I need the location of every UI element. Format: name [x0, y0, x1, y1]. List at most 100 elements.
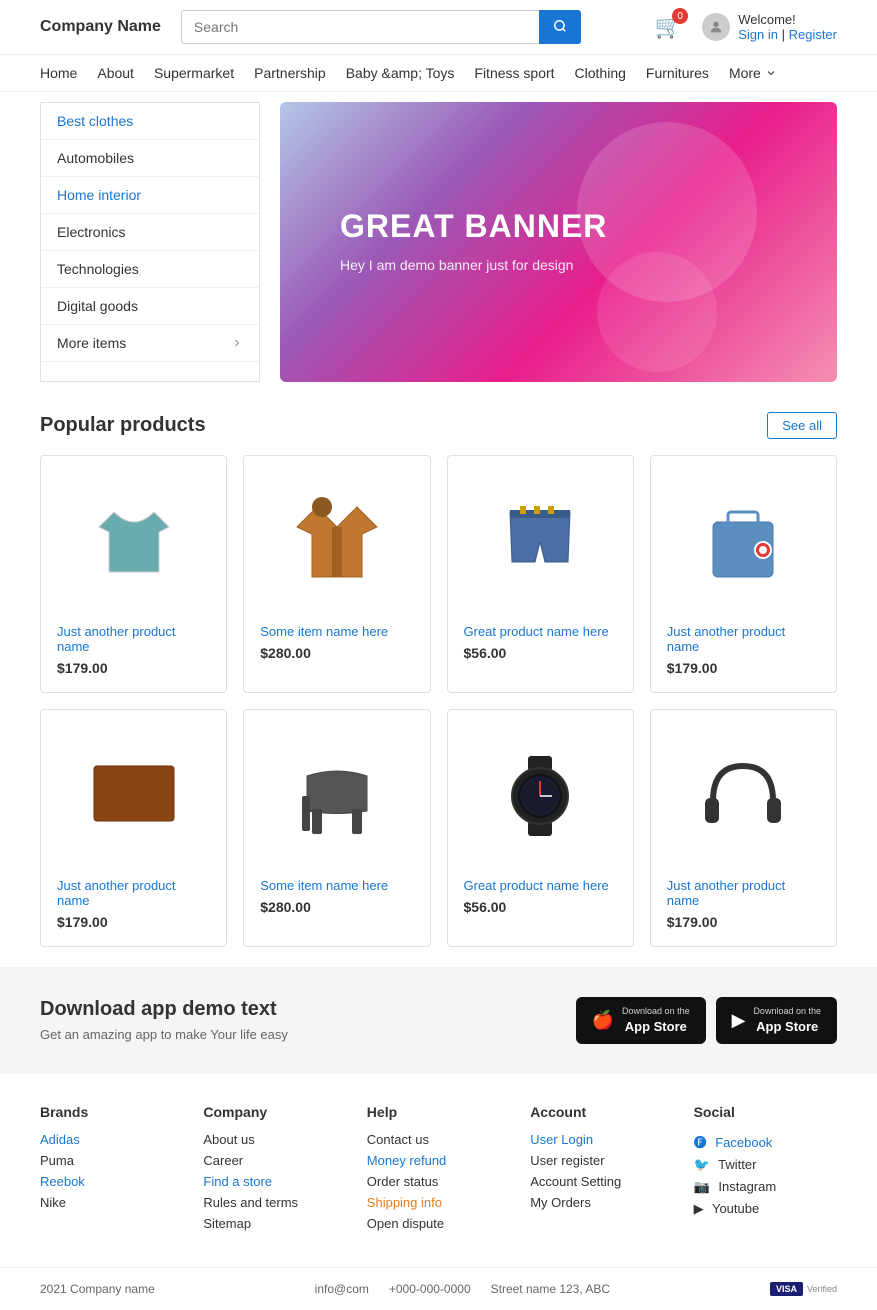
nav-supermarket[interactable]: Supermarket	[154, 65, 234, 81]
sidebar-item-home-interior[interactable]: Home interior	[41, 177, 259, 214]
appstore-button[interactable]: 🍎 Download on the App Store	[576, 997, 706, 1044]
products-header: Popular products See all	[40, 412, 837, 439]
product-card[interactable]: Some item name here $280.00	[243, 709, 430, 947]
company-career[interactable]: Career	[203, 1153, 346, 1168]
product-price: $280.00	[260, 645, 413, 661]
visa-icon: VISA	[770, 1282, 803, 1296]
nav-more[interactable]: More	[729, 65, 777, 81]
product-card[interactable]: Just another product name $179.00	[40, 709, 227, 947]
search-button[interactable]	[539, 10, 581, 44]
account-setting[interactable]: Account Setting	[530, 1174, 673, 1189]
brand-puma[interactable]: Puma	[40, 1153, 183, 1168]
social-title: Social	[694, 1104, 837, 1120]
payment-icons: VISA Verified	[770, 1282, 837, 1296]
download-section: Download app demo text Get an amazing ap…	[0, 967, 877, 1074]
footer-bottom: 2021 Company name info@com +000-000-0000…	[0, 1267, 877, 1310]
product-image	[464, 472, 617, 612]
see-all-button[interactable]: See all	[767, 412, 837, 439]
sidebar-item-electronics[interactable]: Electronics	[41, 214, 259, 251]
search-input[interactable]	[181, 10, 539, 44]
register-link[interactable]: Register	[789, 27, 837, 42]
user-section[interactable]: Welcome! Sign in | Register	[702, 12, 837, 42]
product-name: Just another product name	[57, 624, 210, 654]
googleplay-sub: Download on the	[753, 1005, 821, 1018]
footer-account: Account User Login User register Account…	[530, 1104, 673, 1237]
logo: Company Name	[40, 18, 161, 36]
googleplay-button[interactable]: ▶ Download on the App Store	[716, 997, 837, 1044]
banner-title: GREAT BANNER	[340, 208, 607, 245]
footer-address: Street name 123, ABC	[491, 1282, 610, 1296]
nav-home[interactable]: Home	[40, 65, 77, 81]
product-image	[57, 726, 210, 866]
product-name: Some item name here	[260, 878, 413, 893]
product-card[interactable]: Just another product name $179.00	[650, 455, 837, 693]
googleplay-main: App Store	[753, 1018, 821, 1036]
twitter-icon: 🐦	[694, 1157, 710, 1172]
cart-button[interactable]: 🛒 0	[655, 14, 682, 40]
footer-brands: Brands Adidas Puma Reebok Nike	[40, 1104, 183, 1237]
social-youtube[interactable]: ▶ Youtube	[694, 1201, 837, 1217]
nav-partnership[interactable]: Partnership	[254, 65, 326, 81]
youtube-icon: ▶	[694, 1201, 704, 1216]
help-order-status[interactable]: Order status	[367, 1174, 510, 1189]
social-instagram[interactable]: 📷 Instagram	[694, 1179, 837, 1195]
product-price: $179.00	[57, 914, 210, 930]
sidebar-item-more-items[interactable]: More items	[41, 325, 259, 362]
banner: GREAT BANNER Hey I am demo banner just f…	[280, 102, 837, 382]
company-rules[interactable]: Rules and terms	[203, 1195, 346, 1210]
product-price: $179.00	[667, 660, 820, 676]
company-about[interactable]: About us	[203, 1132, 346, 1147]
product-price: $280.00	[260, 899, 413, 915]
product-name: Great product name here	[464, 878, 617, 893]
product-card[interactable]: Some item name here $280.00	[243, 455, 430, 693]
social-facebook[interactable]: 🅕 Facebook	[694, 1132, 837, 1151]
sidebar-item-digital-goods[interactable]: Digital goods	[41, 288, 259, 325]
product-card[interactable]: Great product name here $56.00	[447, 455, 634, 693]
nav-about[interactable]: About	[97, 65, 134, 81]
help-shipping[interactable]: Shipping info	[367, 1195, 510, 1210]
help-refund[interactable]: Money refund	[367, 1153, 510, 1168]
product-card[interactable]: Great product name here $56.00	[447, 709, 634, 947]
cart-badge: 0	[672, 8, 688, 24]
help-dispute[interactable]: Open dispute	[367, 1216, 510, 1231]
social-twitter[interactable]: 🐦 Twitter	[694, 1157, 837, 1173]
help-title: Help	[367, 1104, 510, 1120]
footer-company: Company About us Career Find a store Rul…	[203, 1104, 346, 1237]
nav-fitness[interactable]: Fitness sport	[474, 65, 554, 81]
product-image	[667, 726, 820, 866]
nav-baby-toys[interactable]: Baby &amp; Toys	[346, 65, 455, 81]
account-orders[interactable]: My Orders	[530, 1195, 673, 1210]
app-buttons: 🍎 Download on the App Store ▶ Download o…	[576, 997, 837, 1044]
brands-title: Brands	[40, 1104, 183, 1120]
search-bar	[181, 10, 581, 44]
nav-furnitures[interactable]: Furnitures	[646, 65, 709, 81]
header: Company Name 🛒 0 Welcome! Sign in | Regi…	[0, 0, 877, 55]
footer-phone: +000-000-0000	[389, 1282, 471, 1296]
sign-in-link[interactable]: Sign in	[738, 27, 778, 42]
product-price: $56.00	[464, 645, 617, 661]
sidebar-item-automobiles[interactable]: Automobiles	[41, 140, 259, 177]
download-title: Download app demo text	[40, 998, 288, 1021]
product-card[interactable]: Just another product name $179.00	[650, 709, 837, 947]
sidebar-item-best-clothes[interactable]: Best clothes	[41, 103, 259, 140]
product-card[interactable]: Just another product name $179.00	[40, 455, 227, 693]
instagram-icon: 📷	[694, 1179, 710, 1194]
company-find-store[interactable]: Find a store	[203, 1174, 346, 1189]
avatar	[702, 13, 730, 41]
product-image	[260, 472, 413, 612]
brand-adidas[interactable]: Adidas	[40, 1132, 183, 1147]
brand-nike[interactable]: Nike	[40, 1195, 183, 1210]
product-name: Just another product name	[57, 878, 210, 908]
banner-decoration-2	[597, 252, 717, 372]
brand-reebok[interactable]: Reebok	[40, 1174, 183, 1189]
nav-clothing[interactable]: Clothing	[575, 65, 626, 81]
help-contact[interactable]: Contact us	[367, 1132, 510, 1147]
account-register[interactable]: User register	[530, 1153, 673, 1168]
product-price: $56.00	[464, 899, 617, 915]
banner-subtitle: Hey I am demo banner just for design	[340, 255, 607, 276]
product-image	[57, 472, 210, 612]
company-sitemap[interactable]: Sitemap	[203, 1216, 346, 1231]
account-login[interactable]: User Login	[530, 1132, 673, 1147]
sidebar-item-technologies[interactable]: Technologies	[41, 251, 259, 288]
products-section: Popular products See all Just another pr…	[0, 392, 877, 967]
